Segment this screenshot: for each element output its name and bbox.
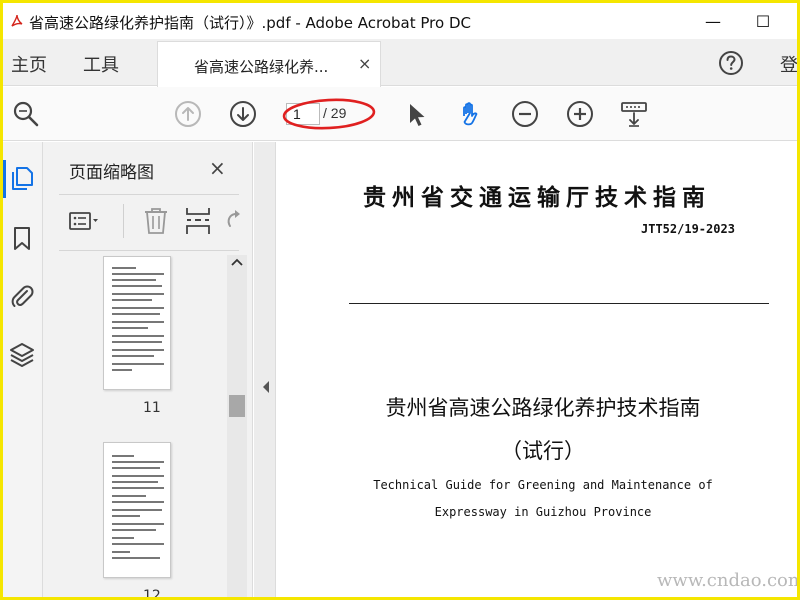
document-page: 贵州省交通运输厅技术指南 JTT52/19-2023 贵州省高速公路绿化养护技术… xyxy=(277,142,800,597)
document-code: JTT52/19-2023 xyxy=(641,222,735,236)
thumbnail-page[interactable] xyxy=(103,256,171,390)
rotate-icon[interactable] xyxy=(221,204,243,238)
app-window: 省高速公路绿化养护指南（试行）》.pdf - Adobe Acrobat Pro… xyxy=(0,0,800,600)
extract-pages-icon[interactable] xyxy=(181,204,215,238)
panel-title: 页面缩略图 xyxy=(69,163,154,183)
search-icon[interactable] xyxy=(11,99,41,129)
minimize-button[interactable]: — xyxy=(693,7,733,35)
marquee-zoom-icon[interactable] xyxy=(619,99,649,129)
left-rail xyxy=(3,142,43,597)
thumbnail-page-number: 12 xyxy=(143,588,161,600)
tab-bar: 主页 工具 省高速公路绿化养... × 登 xyxy=(3,39,797,87)
select-cursor-icon[interactable] xyxy=(401,99,431,129)
toolbar: 1 / 29 xyxy=(3,87,797,141)
close-panel-button[interactable]: × xyxy=(209,156,226,180)
previous-page-icon[interactable] xyxy=(173,99,203,129)
panel-divider xyxy=(59,250,239,251)
document-tab-label: 省高速公路绿化养... xyxy=(194,58,329,76)
watermark-text: www.cndao.com xyxy=(657,570,800,591)
rail-active-indicator xyxy=(3,160,6,198)
maximize-button[interactable]: ☐ xyxy=(743,7,783,35)
tab-tools[interactable]: 工具 xyxy=(83,51,119,77)
next-page-icon[interactable] xyxy=(228,99,258,129)
zoom-out-icon[interactable] xyxy=(510,99,540,129)
document-rule xyxy=(349,303,769,304)
attachment-icon[interactable] xyxy=(8,282,36,310)
tab-home[interactable]: 主页 xyxy=(11,51,47,77)
thumbnail-options-icon[interactable] xyxy=(67,204,101,238)
document-header-title: 贵州省交通运输厅技术指南 xyxy=(363,184,711,211)
document-english-title-line1: Technical Guide for Greening and Mainten… xyxy=(373,478,713,492)
login-button[interactable]: 登 xyxy=(780,51,797,77)
window-title: 省高速公路绿化养护指南（试行）》.pdf - Adobe Acrobat Pro… xyxy=(29,14,471,32)
panel-divider xyxy=(59,194,239,195)
zoom-in-icon[interactable] xyxy=(565,99,595,129)
layers-icon[interactable] xyxy=(8,340,36,368)
thumbnail-page[interactable] xyxy=(103,442,171,578)
title-bar: 省高速公路绿化养护指南（试行）》.pdf - Adobe Acrobat Pro… xyxy=(3,3,797,39)
acrobat-logo-icon xyxy=(9,13,25,29)
tab-document[interactable]: 省高速公路绿化养... × xyxy=(157,41,381,87)
thumbnail-panel: 页面缩略图 × 11 12 xyxy=(43,142,253,600)
panel-splitter[interactable] xyxy=(254,142,276,597)
collapse-panel-icon[interactable] xyxy=(261,380,271,394)
document-main-title: 贵州省高速公路绿化养护技术指南 xyxy=(385,396,701,420)
red-annotation-ellipse-icon xyxy=(282,98,376,130)
bookmark-icon[interactable] xyxy=(8,224,36,252)
document-sub-title: （试行） xyxy=(501,439,585,463)
thumbnail-scrollbar[interactable] xyxy=(227,255,247,597)
hand-tool-icon[interactable] xyxy=(455,99,485,129)
toolbar-divider xyxy=(123,204,124,238)
document-english-title-line2: Expressway in Guizhou Province xyxy=(434,505,652,519)
thumbnail-page-number: 11 xyxy=(143,400,161,416)
pages-icon[interactable] xyxy=(8,164,36,192)
trash-icon[interactable] xyxy=(139,204,173,238)
scroll-up-icon[interactable] xyxy=(230,257,244,267)
scrollbar-thumb[interactable] xyxy=(229,395,245,417)
close-tab-button[interactable]: × xyxy=(358,54,371,73)
help-icon[interactable] xyxy=(717,49,745,77)
